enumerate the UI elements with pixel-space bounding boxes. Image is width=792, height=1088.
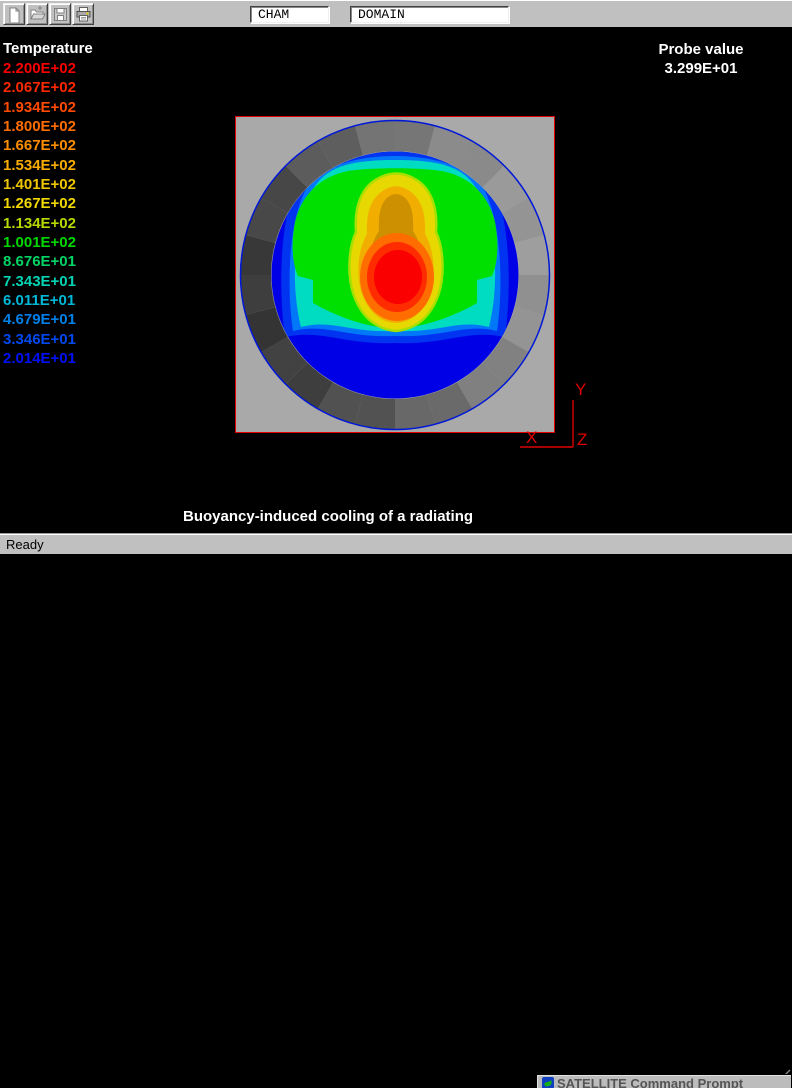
axis-z-label: Z bbox=[577, 430, 587, 449]
printer-icon bbox=[75, 6, 92, 23]
legend-entry: 1.401E+02 bbox=[3, 175, 93, 194]
axis-x-label: X bbox=[526, 428, 537, 447]
status-bar: Ready SATELLITE Command Prompt bbox=[0, 533, 792, 554]
probe-readout: Probe value 3.299E+01 bbox=[641, 40, 761, 78]
plot-caption: Buoyancy-induced cooling of a radiating bbox=[183, 508, 473, 525]
new-button[interactable] bbox=[3, 3, 25, 25]
legend-entry: 2.200E+02 bbox=[3, 59, 93, 78]
new-document-icon bbox=[6, 6, 23, 23]
domain-field[interactable] bbox=[350, 6, 509, 23]
status-text: Ready bbox=[6, 537, 44, 552]
temperature-legend: Temperature 2.200E+022.067E+021.934E+021… bbox=[3, 40, 93, 369]
save-floppy-icon bbox=[52, 6, 69, 23]
legend-entry: 1.667E+02 bbox=[3, 136, 93, 155]
satellite-app-icon bbox=[542, 1077, 554, 1088]
legend-values: 2.200E+022.067E+021.934E+021.800E+021.66… bbox=[3, 59, 93, 369]
legend-entry: 1.534E+02 bbox=[3, 156, 93, 175]
legend-entry: 2.067E+02 bbox=[3, 78, 93, 97]
hot-core bbox=[374, 250, 422, 304]
legend-entry: 1.267E+02 bbox=[3, 194, 93, 213]
graphics-viewport: Y Z X bbox=[0, 27, 792, 533]
print-button[interactable] bbox=[72, 3, 94, 25]
toolbar bbox=[0, 0, 792, 27]
open-folder-icon bbox=[29, 6, 46, 23]
satellite-window-title: SATELLITE Command Prompt bbox=[557, 1076, 743, 1088]
legend-entry: 2.014E+01 bbox=[3, 349, 93, 368]
legend-entry: 8.676E+01 bbox=[3, 252, 93, 271]
legend-entry: 1.934E+02 bbox=[3, 98, 93, 117]
open-button[interactable] bbox=[26, 3, 48, 25]
legend-entry: 3.346E+01 bbox=[3, 330, 93, 349]
taskbar-satellite-window[interactable]: SATELLITE Command Prompt bbox=[536, 1074, 792, 1088]
legend-entry: 4.679E+01 bbox=[3, 310, 93, 329]
legend-entry: 7.343E+01 bbox=[3, 272, 93, 291]
legend-entry: 1.001E+02 bbox=[3, 233, 93, 252]
legend-entry: 1.800E+02 bbox=[3, 117, 93, 136]
axis-y-label: Y bbox=[575, 380, 586, 399]
save-button[interactable] bbox=[49, 3, 71, 25]
cham-field[interactable] bbox=[250, 6, 329, 23]
contour-plot[interactable]: Y Z X bbox=[0, 27, 792, 533]
legend-entry: 6.011E+01 bbox=[3, 291, 93, 310]
probe-label: Probe value bbox=[641, 40, 761, 59]
probe-value: 3.299E+01 bbox=[641, 59, 761, 78]
photon-viewer-window: { "toolbar": { "buttons": [ {"name": "ne… bbox=[0, 0, 792, 554]
legend-title: Temperature bbox=[3, 40, 93, 59]
legend-entry: 1.134E+02 bbox=[3, 214, 93, 233]
